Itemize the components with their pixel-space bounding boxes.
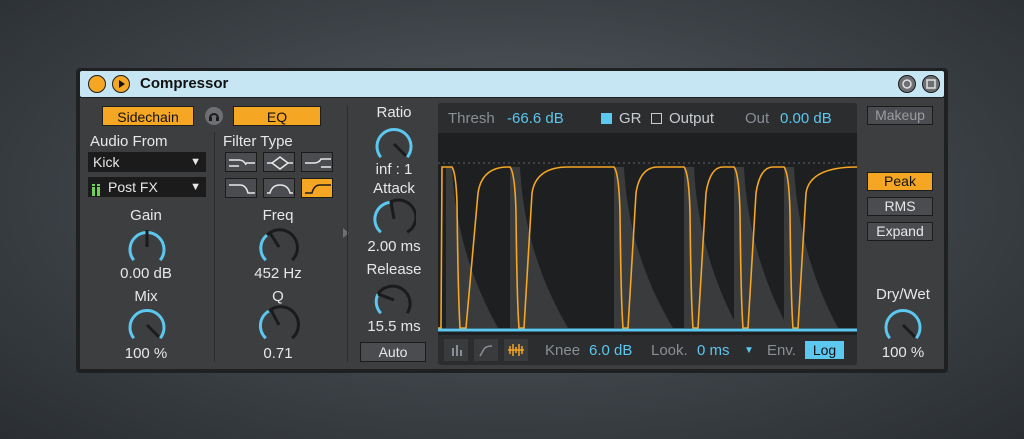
display-mode-curve-button[interactable]: [474, 339, 498, 361]
meter-icon: [92, 181, 100, 196]
lookahead-value[interactable]: 0 ms: [697, 342, 730, 359]
sidechain-toggle-button[interactable]: Sidechain: [102, 106, 194, 126]
gr-label: GR: [619, 110, 642, 127]
expand-mode-button[interactable]: Expand: [867, 222, 933, 241]
q-knob[interactable]: [257, 303, 301, 347]
gain-label: Gain: [130, 207, 162, 224]
device-activator-button[interactable]: [88, 75, 106, 93]
section-divider: [214, 132, 215, 362]
rms-mode-button[interactable]: RMS: [867, 197, 933, 216]
lookahead-label: Look.: [651, 342, 688, 359]
hot-swap-icon[interactable]: [898, 75, 916, 93]
freq-knob[interactable]: [257, 225, 301, 269]
out-value[interactable]: 0.00 dB: [780, 110, 832, 127]
peak-mode-button[interactable]: Peak: [867, 172, 933, 191]
display-mode-gr-button[interactable]: [444, 339, 468, 361]
mix-knob[interactable]: [125, 303, 169, 347]
gain-knob[interactable]: [125, 225, 169, 269]
section-divider: [347, 106, 348, 362]
filter-type-label: Filter Type: [223, 133, 293, 150]
collapse-arrow-icon[interactable]: [342, 226, 350, 240]
drywet-value: 100 %: [881, 344, 925, 361]
output-label: Output: [669, 110, 715, 127]
transfer-curve-icon: [479, 345, 493, 357]
drywet-knob[interactable]: [881, 303, 925, 347]
output-checkbox[interactable]: [651, 113, 662, 124]
chevron-down-icon: ▼: [190, 156, 201, 168]
attack-label: Attack: [373, 180, 415, 197]
makeup-button[interactable]: Makeup: [867, 106, 933, 125]
compression-display: Thresh -66.6 dB GR Output Out 0.00 dB Kn…: [438, 103, 857, 365]
ratio-label: Ratio: [376, 104, 412, 121]
knee-label: Knee: [545, 342, 581, 359]
display-footer: Knee 6.0 dB Look. 0 ms ▼ Env. Log: [438, 335, 857, 365]
freq-value: 452 Hz: [254, 265, 302, 282]
filter-lowpass-button[interactable]: [225, 152, 257, 172]
audio-from-label: Audio From: [90, 133, 168, 150]
audio-tap-select[interactable]: Post FX ▼: [88, 177, 206, 197]
device-title: Compressor: [140, 75, 229, 92]
attack-value: 2.00 ms: [367, 238, 421, 255]
sidechain-eq-button[interactable]: EQ: [233, 106, 321, 126]
headphones-icon[interactable]: [205, 107, 223, 125]
device-title-bar: Compressor: [80, 71, 944, 97]
envelope-label: Env.: [767, 342, 796, 359]
display-header: Thresh -66.6 dB GR Output Out 0.00 dB: [438, 103, 857, 133]
drywet-label: Dry/Wet: [876, 286, 930, 303]
chevron-down-icon[interactable]: ▼: [744, 345, 754, 356]
auto-release-button[interactable]: Auto: [360, 342, 426, 362]
filter-highshelf-button[interactable]: [301, 178, 333, 198]
release-label: Release: [366, 261, 422, 278]
gain-reduction-graph: [438, 162, 857, 332]
chevron-down-icon: ▼: [190, 181, 201, 193]
knee-value[interactable]: 6.0 dB: [589, 342, 632, 359]
mix-value: 100 %: [124, 345, 168, 362]
save-preset-icon[interactable]: [922, 75, 940, 93]
filter-highpass-button[interactable]: [301, 152, 333, 172]
play-icon[interactable]: [112, 75, 130, 93]
audio-from-select[interactable]: Kick ▼: [88, 152, 206, 172]
release-knob[interactable]: [372, 278, 416, 322]
waveform-icon: [508, 344, 524, 356]
thresh-value[interactable]: -66.6 dB: [507, 110, 564, 127]
bars-icon: [452, 345, 462, 356]
release-value: 15.5 ms: [367, 318, 421, 335]
filter-lowshelf-button[interactable]: [225, 178, 257, 198]
attack-knob[interactable]: [372, 197, 416, 241]
freq-label: Freq: [262, 207, 294, 224]
audio-from-value: Kick: [93, 154, 120, 170]
out-label: Out: [745, 110, 770, 127]
audio-tap-value: Post FX: [108, 179, 158, 195]
display-mode-activity-button[interactable]: [504, 339, 528, 361]
thresh-label: Thresh: [448, 110, 495, 127]
filter-bell-button[interactable]: [263, 178, 295, 198]
envelope-log-button[interactable]: Log: [805, 341, 844, 359]
filter-bandpass-button[interactable]: [263, 152, 295, 172]
q-value: 0.71: [263, 345, 293, 362]
ratio-knob[interactable]: [372, 122, 416, 166]
gr-checkbox[interactable]: [601, 113, 612, 124]
ratio-value: inf : 1: [375, 161, 413, 178]
gain-value: 0.00 dB: [120, 265, 172, 282]
